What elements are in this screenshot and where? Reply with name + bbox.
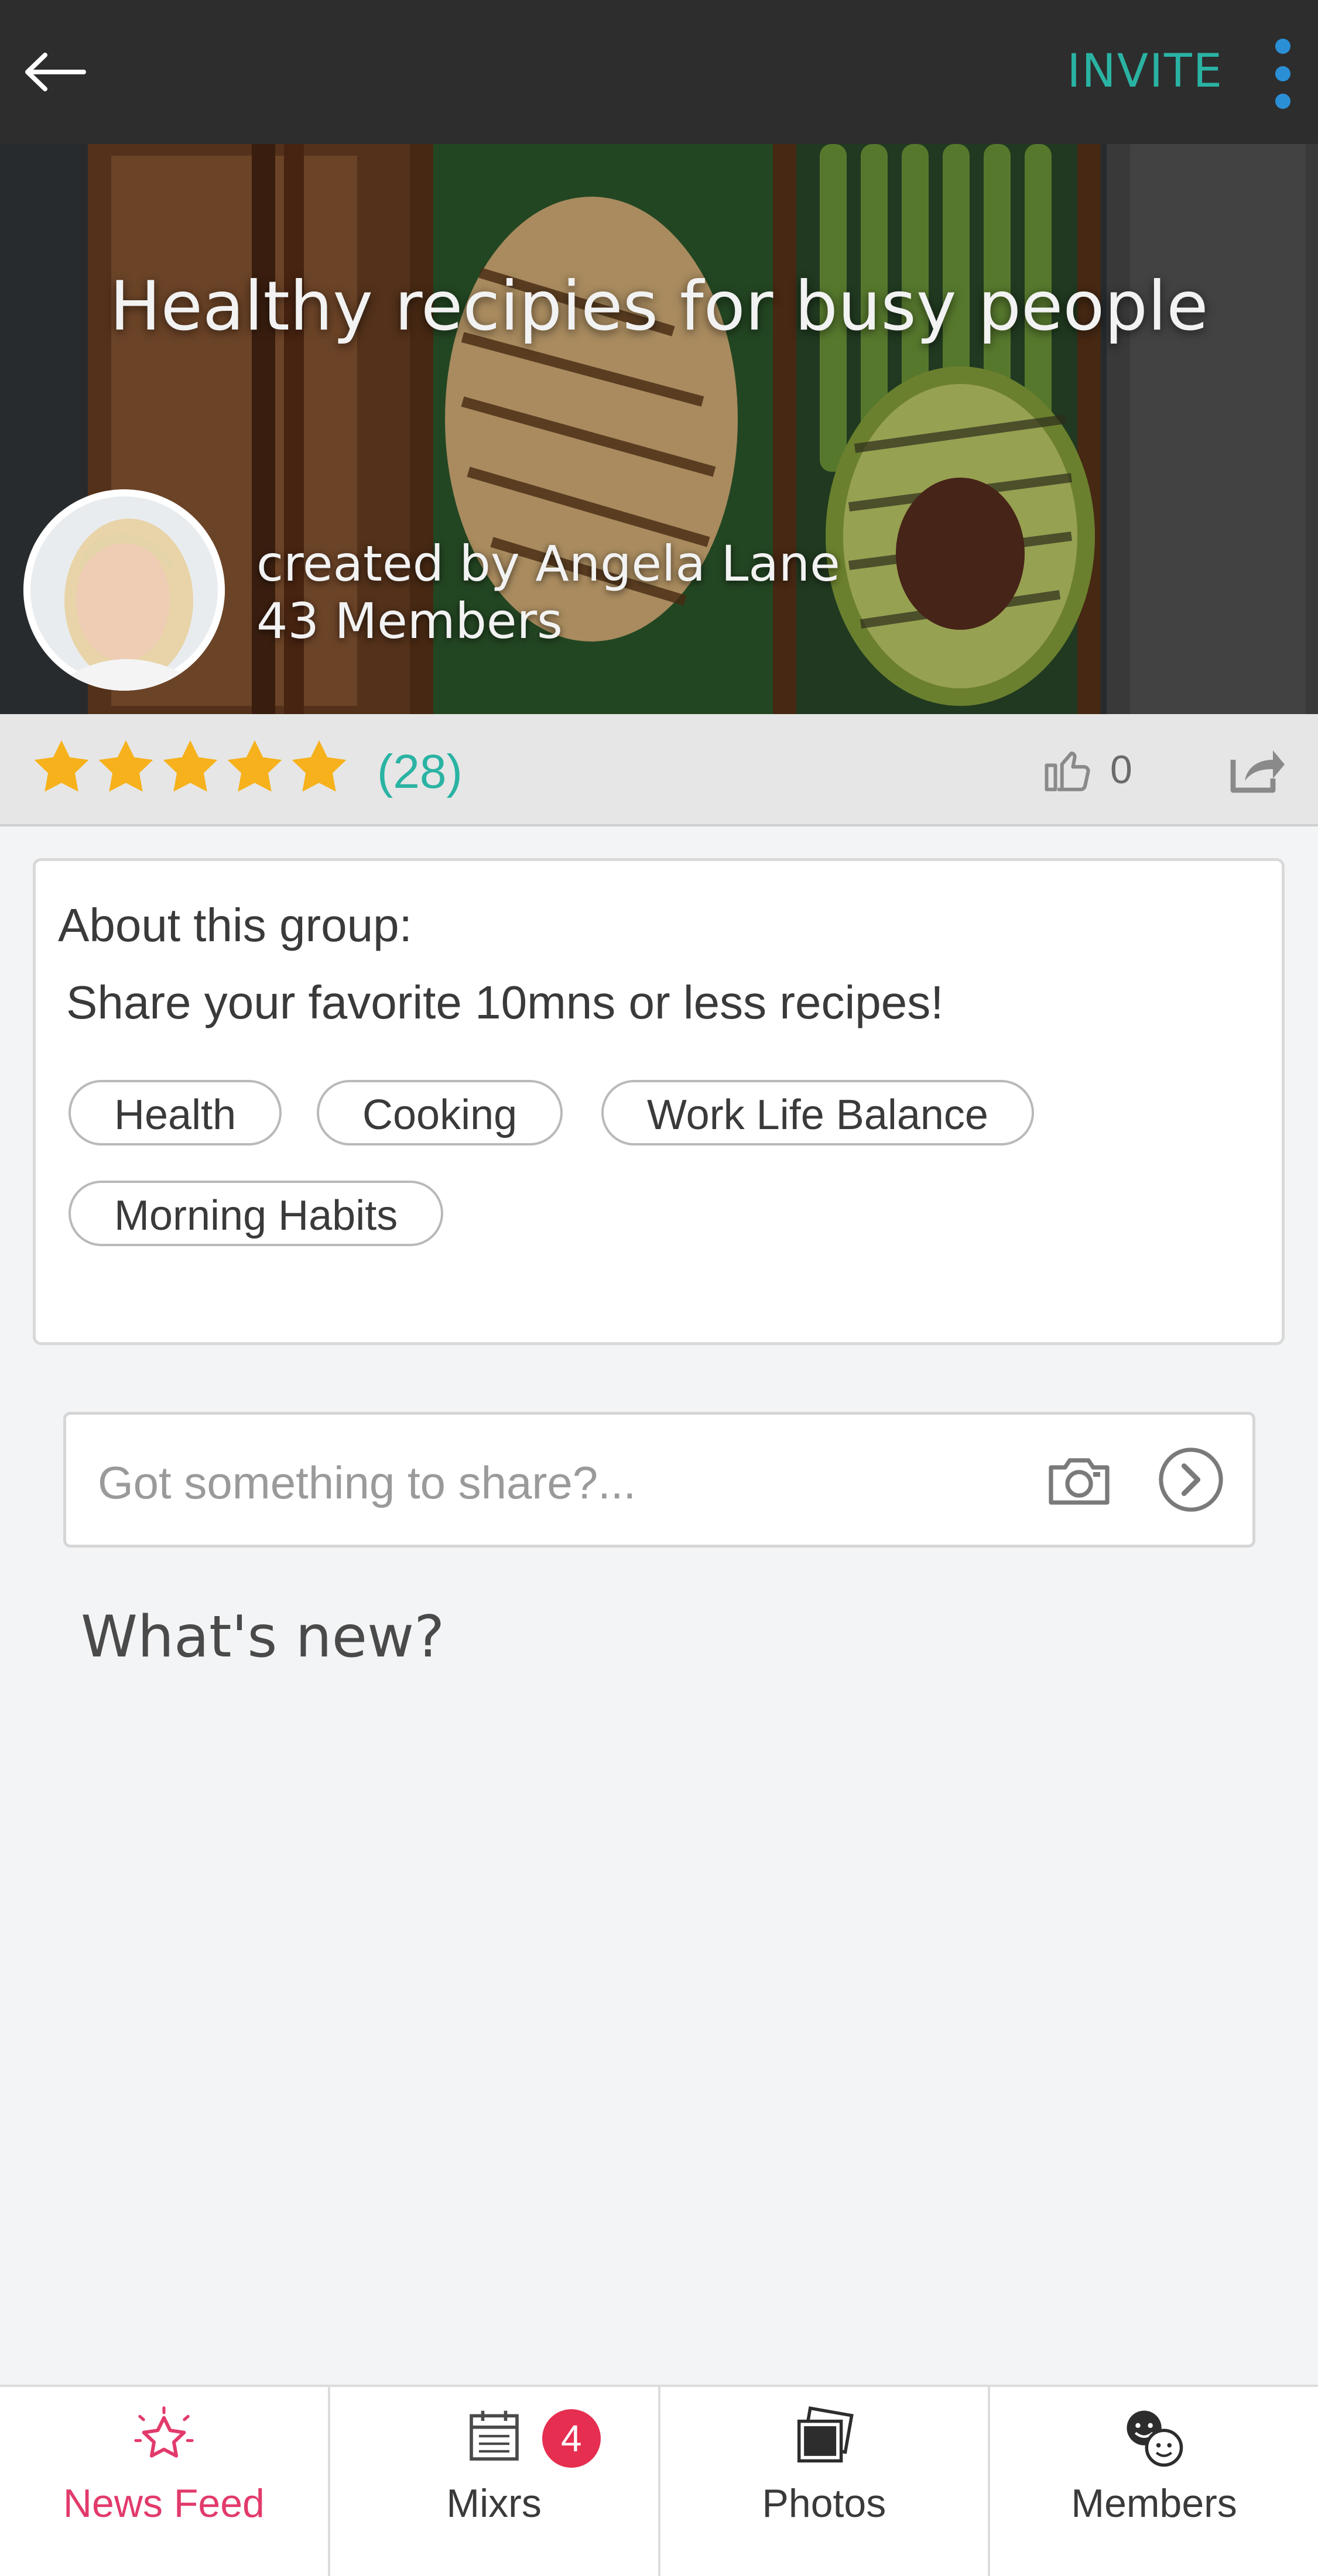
tag-morning-habits[interactable]: Morning Habits — [69, 1181, 444, 1246]
back-arrow-icon — [25, 53, 86, 91]
nav-label: Photos — [762, 2481, 886, 2526]
thumbs-up-icon — [1045, 751, 1090, 791]
more-dot-icon — [1275, 94, 1290, 109]
camera-icon[interactable] — [1046, 1449, 1112, 1510]
rating-count[interactable]: (28) — [377, 745, 463, 800]
star-icon — [292, 740, 347, 792]
like-button[interactable]: 0 — [1042, 743, 1132, 796]
star-icon — [163, 740, 218, 792]
star-icon — [134, 2406, 194, 2458]
members-count[interactable]: 43 Members — [256, 592, 840, 650]
group-cover: Healthy recipies for busy people created… — [0, 144, 1318, 714]
nav-members[interactable]: Members — [990, 2387, 1318, 2576]
nav-label: Mixrs — [446, 2481, 542, 2526]
created-by-text[interactable]: created by Angela Lane — [256, 535, 840, 592]
about-description: Share your favorite 10mns or less recipe… — [66, 976, 944, 1028]
send-arrow-icon[interactable] — [1156, 1445, 1225, 1514]
more-options-button[interactable] — [1271, 39, 1295, 109]
star-rating[interactable] — [30, 736, 350, 798]
nav-mixrs[interactable]: 4 Mixrs — [330, 2387, 660, 2576]
star-icon — [227, 740, 282, 792]
share-icon[interactable] — [1226, 741, 1287, 797]
nav-label: Members — [1071, 2481, 1237, 2526]
rating-bar: (28) 0 — [0, 714, 1318, 826]
about-card: About this group: Share your favorite 10… — [33, 858, 1285, 1345]
post-composer — [63, 1412, 1255, 1548]
group-title: Healthy recipies for busy people — [109, 267, 1209, 346]
photos-icon — [797, 2406, 854, 2463]
mixrs-badge: 4 — [542, 2409, 601, 2468]
tag-work-life-balance[interactable]: Work Life Balance — [601, 1080, 1034, 1145]
top-bar: INVITE — [0, 0, 1318, 144]
about-heading: About this group: — [58, 899, 412, 951]
invite-button[interactable]: INVITE — [1067, 42, 1223, 101]
members-icon — [1127, 2410, 1183, 2467]
creator-info: created by Angela Lane 43 Members — [256, 535, 840, 650]
tag-health[interactable]: Health — [69, 1080, 282, 1145]
like-count: 0 — [1110, 747, 1132, 792]
more-dot-icon — [1275, 39, 1290, 54]
calendar-icon — [469, 2410, 519, 2461]
star-icon — [98, 740, 153, 792]
nav-photos[interactable]: Photos — [660, 2387, 991, 2576]
bottom-navigation: News Feed 4 Mixrs Photos Members — [0, 2385, 1318, 2576]
more-dot-icon — [1275, 66, 1290, 81]
creator-photo-icon — [23, 489, 225, 691]
tag-cooking[interactable]: Cooking — [317, 1080, 563, 1145]
nav-label: News Feed — [63, 2481, 265, 2526]
share-input[interactable] — [97, 1450, 1036, 1515]
creator-avatar[interactable] — [23, 489, 225, 691]
back-button[interactable] — [20, 46, 90, 98]
whats-new-heading: What's new? — [81, 1604, 445, 1671]
nav-news-feed[interactable]: News Feed — [0, 2387, 330, 2576]
star-icon — [34, 740, 89, 792]
